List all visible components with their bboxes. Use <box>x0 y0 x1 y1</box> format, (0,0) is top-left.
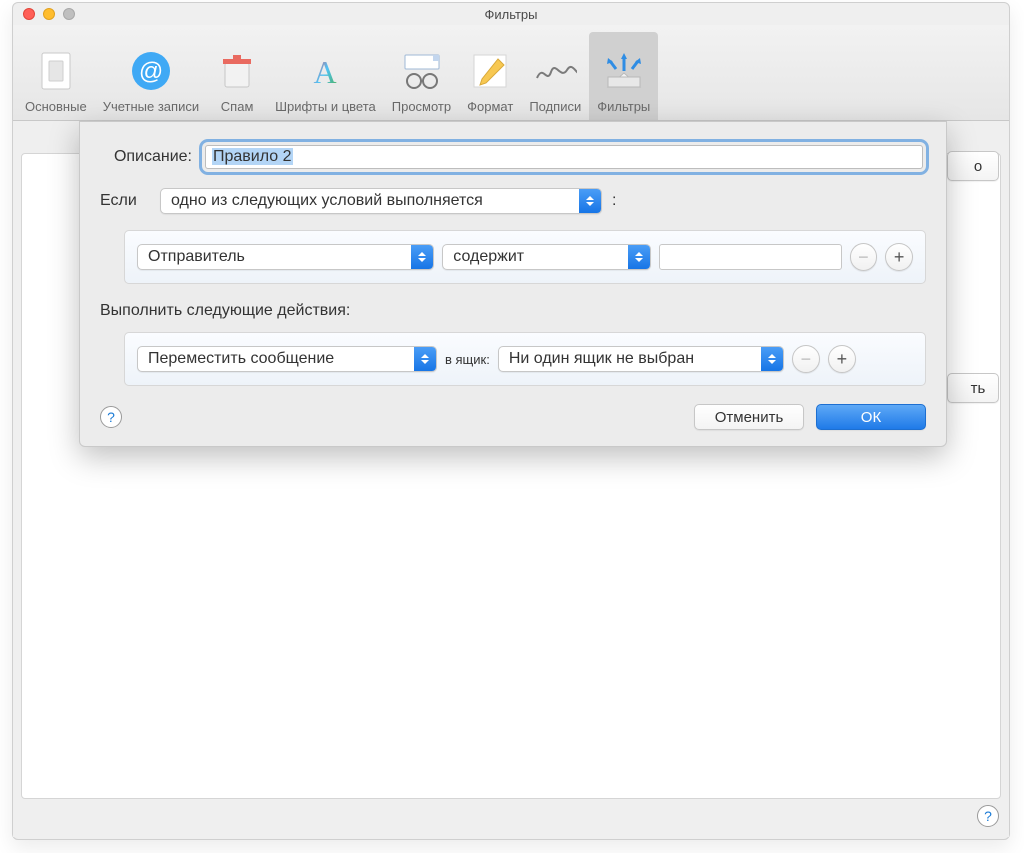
window-title: Фильтры <box>484 7 537 22</box>
help-icon: ? <box>984 808 992 824</box>
chevron-updown-icon <box>414 347 436 371</box>
tab-view[interactable]: Просмотр <box>384 32 459 120</box>
action-row: Переместить сообщение в ящик: Ни один ящ… <box>124 332 926 386</box>
accounts-icon: @ <box>129 49 173 93</box>
match-mode-dropdown[interactable]: одно из следующих условий выполняется <box>160 188 602 214</box>
signature-icon <box>533 49 577 93</box>
condition-row: Отправитель содержит − + <box>124 230 926 284</box>
glasses-icon <box>399 49 443 93</box>
tab-format[interactable]: Формат <box>459 32 521 120</box>
tab-label: Просмотр <box>392 99 451 114</box>
tab-accounts[interactable]: @ Учетные записи <box>95 32 207 120</box>
condition-value-input[interactable] <box>659 244 842 270</box>
add-condition-button[interactable]: + <box>885 243 913 271</box>
actions-section-label: Выполнить следующие действия: <box>100 302 926 320</box>
to-mailbox-label: в ящик: <box>445 352 490 367</box>
svg-text:A: A <box>314 54 337 90</box>
background-button-partial-1[interactable]: о <box>947 151 999 181</box>
tab-signatures[interactable]: Подписи <box>521 32 589 120</box>
colon: : <box>612 192 616 210</box>
svg-text:@: @ <box>139 58 163 85</box>
tab-filters[interactable]: Фильтры <box>589 32 658 120</box>
tab-label: Фильтры <box>597 99 650 114</box>
compose-icon <box>468 49 512 93</box>
fonts-icon: A <box>303 49 347 93</box>
help-icon: ? <box>107 409 115 425</box>
action-type-value: Переместить сообщение <box>148 350 334 368</box>
background-button-partial-2[interactable]: ть <box>947 373 999 403</box>
action-mailbox-dropdown[interactable]: Ни один ящик не выбран <box>498 346 784 372</box>
condition-operator-value: содержит <box>453 248 524 266</box>
tab-label: Спам <box>221 99 254 114</box>
if-label: Если <box>100 192 150 210</box>
action-type-dropdown[interactable]: Переместить сообщение <box>137 346 437 372</box>
window-help-button[interactable]: ? <box>977 805 999 827</box>
window-minimize-icon[interactable] <box>43 8 55 20</box>
action-mailbox-value: Ни один ящик не выбран <box>509 350 694 368</box>
chevron-updown-icon <box>628 245 650 269</box>
rule-edit-sheet: Описание: Правило 2 Если одно из следующ… <box>79 121 947 447</box>
description-value: Правило 2 <box>212 148 293 165</box>
tab-label: Подписи <box>529 99 581 114</box>
tab-label: Основные <box>25 99 87 114</box>
chevron-updown-icon <box>579 189 601 213</box>
tab-spam[interactable]: Спам <box>207 32 267 120</box>
tab-label: Шрифты и цвета <box>275 99 376 114</box>
condition-field-dropdown[interactable]: Отправитель <box>137 244 434 270</box>
plus-icon: + <box>894 247 905 268</box>
window-close-icon[interactable] <box>23 8 35 20</box>
tab-fonts-colors[interactable]: A Шрифты и цвета <box>267 32 384 120</box>
trash-icon <box>215 49 259 93</box>
condition-field-value: Отправитель <box>148 248 245 266</box>
general-icon <box>34 49 78 93</box>
ok-button[interactable]: ОК <box>816 404 926 430</box>
match-mode-value: одно из следующих условий выполняется <box>171 192 483 210</box>
minus-icon: − <box>858 247 869 268</box>
preferences-toolbar: Основные @ Учетные записи Спам A Шрифты … <box>13 25 1009 121</box>
tab-label: Формат <box>467 99 513 114</box>
sheet-help-button[interactable]: ? <box>100 406 122 428</box>
window-zoom-icon[interactable] <box>63 8 75 20</box>
filters-icon <box>602 49 646 93</box>
description-input[interactable]: Правило 2 <box>205 145 923 169</box>
plus-icon: + <box>837 349 848 370</box>
remove-action-button[interactable]: − <box>792 345 820 373</box>
tab-label: Учетные записи <box>103 99 199 114</box>
chevron-updown-icon <box>411 245 433 269</box>
cancel-button[interactable]: Отменить <box>694 404 804 430</box>
chevron-updown-icon <box>761 347 783 371</box>
remove-condition-button[interactable]: − <box>850 243 878 271</box>
add-action-button[interactable]: + <box>828 345 856 373</box>
condition-operator-dropdown[interactable]: содержит <box>442 244 650 270</box>
description-label: Описание: <box>100 148 192 166</box>
tab-general[interactable]: Основные <box>17 32 95 120</box>
minus-icon: − <box>801 349 812 370</box>
